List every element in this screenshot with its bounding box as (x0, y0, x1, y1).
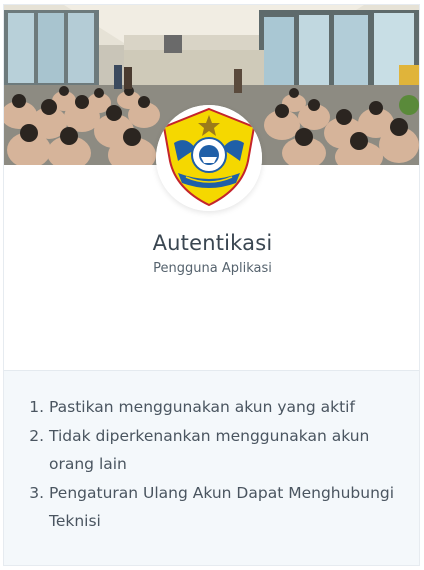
page-subtitle: Pengguna Aplikasi (153, 261, 272, 276)
school-crest-logo (156, 105, 262, 211)
rule-item: Pengaturan Ulang Akun Dapat Menghubungi … (49, 479, 409, 535)
rule-item: Tidak diperkenankan menggunakan akun ora… (49, 422, 409, 478)
auth-card: Autentikasi Pengguna Aplikasi Pastikan m… (3, 4, 420, 566)
rules-panel: Pastikan menggunakan akun yang aktif Tid… (4, 370, 419, 565)
page-title: Autentikasi (152, 231, 273, 255)
rule-item: Pastikan menggunakan akun yang aktif (49, 393, 409, 421)
rules-list: Pastikan menggunakan akun yang aktif Tid… (4, 371, 419, 535)
